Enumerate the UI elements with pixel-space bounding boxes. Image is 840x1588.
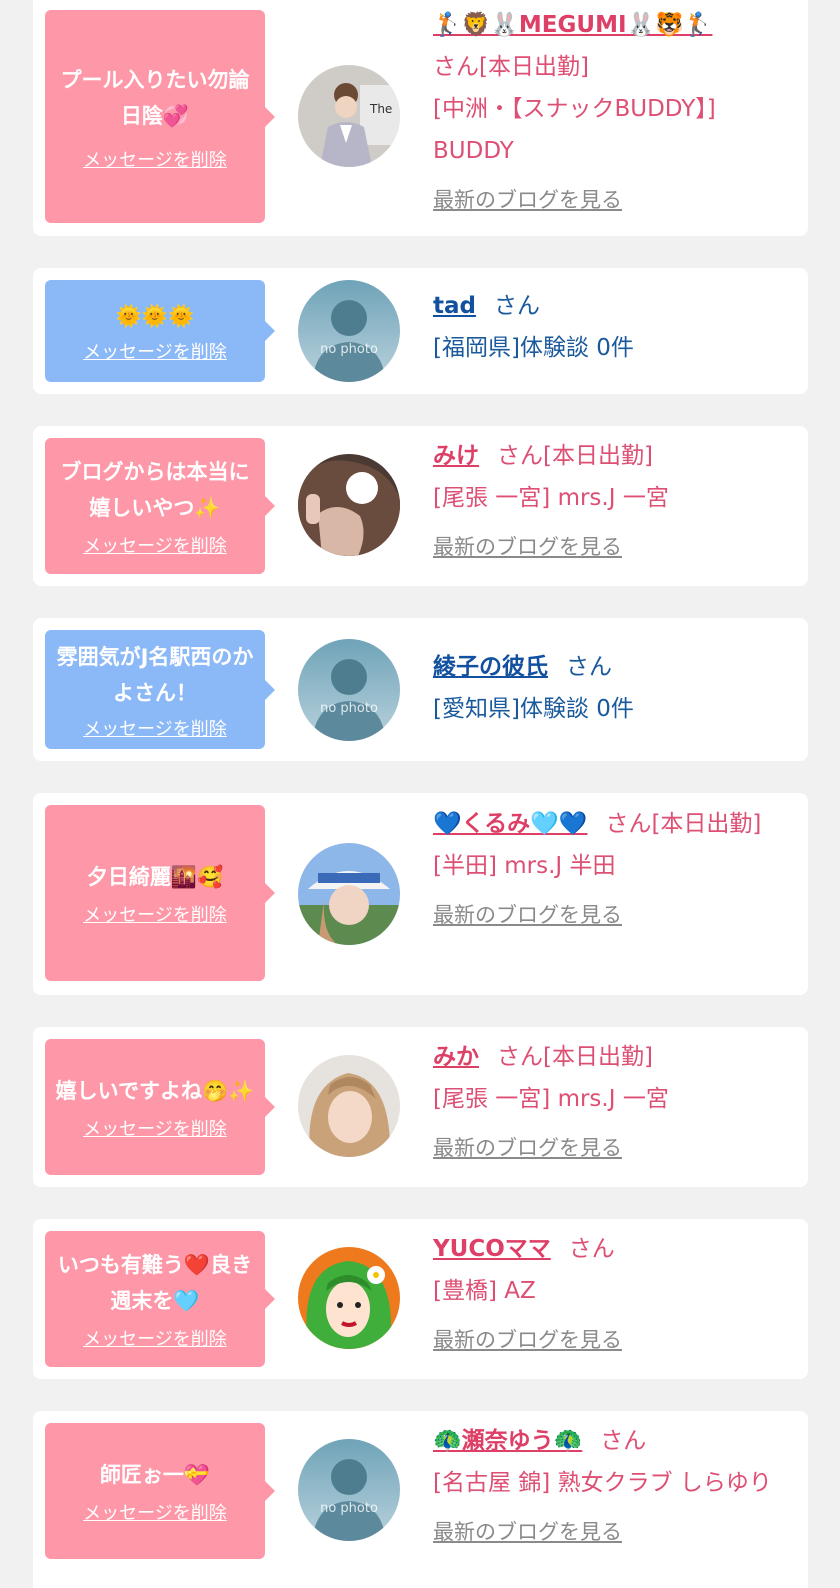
shop-name: [福岡県]体験談 0件 bbox=[433, 335, 634, 361]
delete-message-link[interactable]: メッセージを削除 bbox=[83, 715, 227, 741]
message-card: 雰囲気がJ名駅西のかよさん！ メッセージを削除 no photo 綾子の彼氏 さん… bbox=[33, 618, 808, 761]
sender-info: tad さん [福岡県]体験談 0件 bbox=[433, 285, 794, 369]
latest-blog-link[interactable]: 最新のブログを見る bbox=[433, 1324, 794, 1356]
shop-name: [半田] mrs.J 半田 bbox=[433, 853, 616, 879]
avatar[interactable]: The bbox=[298, 65, 400, 167]
latest-blog-link[interactable]: 最新のブログを見る bbox=[433, 1516, 794, 1548]
sender-info: 🦚瀬奈ゆう🦚 さん [名古屋 錦] 熟女クラブ しらゆり 最新のブログを見る bbox=[433, 1420, 794, 1548]
shop-name: [名古屋 錦] 熟女クラブ しらゆり bbox=[433, 1470, 772, 1496]
sender-info: 🏌️🦁🐰MEGUMI🐰🐯🏌️ さん[本日出勤] [中洲・【スナックBUDDY】]… bbox=[433, 4, 794, 216]
sender-suffix: さん bbox=[568, 1236, 615, 1262]
sender-name-link[interactable]: 🏌️🦁🐰MEGUMI🐰🐯🏌️ bbox=[433, 12, 712, 38]
sender-info: 綾子の彼氏 さん [愛知県]体験談 0件 bbox=[433, 646, 794, 730]
message-card: ブログからは本当に嬉しいやつ✨ メッセージを削除 みけ さん[本日出勤] [尾張 … bbox=[33, 426, 808, 586]
message-card: いつも有難う❤️良き週末を🩵 メッセージを削除 YUCOママ さん [豊橋] AZ… bbox=[33, 1219, 808, 1379]
shop-name: [尾張 一宮] mrs.J 一宮 bbox=[433, 485, 669, 511]
message-text: 🌞🌞🌞 bbox=[115, 304, 195, 328]
shop-name: [尾張 一宮] mrs.J 一宮 bbox=[433, 1086, 669, 1112]
no-photo-icon bbox=[298, 1439, 400, 1541]
sender-name-link[interactable]: みけ bbox=[433, 443, 479, 469]
message-card: 🌞🌞🌞 メッセージを削除 no photo tad さん [福岡県]体験談 0件 bbox=[33, 268, 808, 394]
avatar[interactable] bbox=[298, 1055, 400, 1157]
no-photo-label: no photo bbox=[320, 342, 378, 357]
sender-suffix: さん[本日出勤] bbox=[433, 54, 589, 80]
sender-suffix: さん[本日出勤] bbox=[605, 811, 762, 837]
avatar-photo-icon bbox=[298, 1055, 400, 1157]
sender-name-link[interactable]: tad bbox=[433, 293, 476, 319]
message-bubble: 夕日綺麗🌇🥰 メッセージを削除 bbox=[45, 805, 275, 981]
avatar[interactable]: no photo bbox=[298, 1439, 400, 1541]
delete-message-link[interactable]: メッセージを削除 bbox=[83, 901, 227, 927]
sender-name-link[interactable]: 綾子の彼氏 bbox=[433, 654, 548, 680]
message-card: 嬉しいですよね🤭✨ メッセージを削除 みか さん[本日出勤] [尾張 一宮] mr… bbox=[33, 1027, 808, 1187]
message-text: 嬉しいですよね🤭✨ bbox=[55, 1079, 255, 1103]
message-text: 雰囲気がJ名駅西のかよさん！ bbox=[56, 644, 254, 705]
latest-blog-link[interactable]: 最新のブログを見る bbox=[433, 531, 794, 563]
avatar[interactable] bbox=[298, 1247, 400, 1349]
delete-message-link[interactable]: メッセージを削除 bbox=[83, 146, 227, 172]
message-bubble: 嬉しいですよね🤭✨ メッセージを削除 bbox=[45, 1039, 275, 1175]
latest-blog-link[interactable]: 最新のブログを見る bbox=[433, 899, 794, 931]
delete-message-link[interactable]: メッセージを削除 bbox=[83, 1325, 227, 1351]
message-text: 師匠ぉ一💝 bbox=[99, 1463, 211, 1487]
delete-message-link[interactable]: メッセージを削除 bbox=[83, 1499, 227, 1525]
sender-name-link[interactable]: みか bbox=[433, 1044, 479, 1070]
message-bubble: 🌞🌞🌞 メッセージを削除 bbox=[45, 280, 275, 382]
delete-message-link[interactable]: メッセージを削除 bbox=[83, 532, 227, 558]
sender-info: YUCOママ さん [豊橋] AZ 最新のブログを見る bbox=[433, 1228, 794, 1356]
avatar[interactable] bbox=[298, 454, 400, 556]
avatar-photo-icon bbox=[298, 843, 400, 945]
message-card: 夕日綺麗🌇🥰 メッセージを削除 💙くるみ🩵💙 さん[本日出勤] [半田] mrs.… bbox=[33, 793, 808, 995]
sender-name-link[interactable]: YUCOママ bbox=[433, 1236, 551, 1262]
sender-suffix: さん bbox=[600, 1428, 647, 1454]
sender-info: みか さん[本日出勤] [尾張 一宮] mrs.J 一宮 最新のブログを見る bbox=[433, 1036, 794, 1164]
sender-info: みけ さん[本日出勤] [尾張 一宮] mrs.J 一宮 最新のブログを見る bbox=[433, 435, 794, 563]
no-photo-icon bbox=[298, 639, 400, 741]
sender-name-link[interactable]: 🦚瀬奈ゆう🦚 bbox=[433, 1428, 582, 1454]
sender-name-link[interactable]: 💙くるみ🩵💙 bbox=[433, 811, 587, 837]
message-text: ブログからは本当に嬉しいやつ✨ bbox=[60, 460, 250, 520]
sender-info: 💙くるみ🩵💙 さん[本日出勤] [半田] mrs.J 半田 最新のブログを見る bbox=[433, 803, 794, 931]
sender-suffix: さん[本日出勤] bbox=[497, 1044, 653, 1070]
message-text: いつも有難う❤️良き週末を🩵 bbox=[57, 1253, 253, 1313]
message-bubble: 雰囲気がJ名駅西のかよさん！ メッセージを削除 bbox=[45, 630, 275, 749]
delete-message-link[interactable]: メッセージを削除 bbox=[83, 338, 227, 364]
sender-suffix: さん bbox=[493, 293, 540, 319]
avatar[interactable]: no photo bbox=[298, 280, 400, 382]
shop-name: [豊橋] AZ bbox=[433, 1278, 536, 1304]
no-photo-label: no photo bbox=[320, 1501, 378, 1516]
message-card: プール入りたい勿論日陰💞 メッセージを削除 The 🏌️🦁🐰MEGUMI🐰🐯🏌️… bbox=[33, 0, 808, 236]
message-text: プール入りたい勿論日陰💞 bbox=[60, 67, 250, 128]
latest-blog-link[interactable]: 最新のブログを見る bbox=[433, 1132, 794, 1164]
sender-suffix: さん[本日出勤] bbox=[497, 443, 653, 469]
avatar[interactable] bbox=[298, 843, 400, 945]
sender-suffix: さん bbox=[566, 654, 612, 680]
message-bubble: プール入りたい勿論日陰💞 メッセージを削除 bbox=[45, 10, 275, 223]
no-photo-label: no photo bbox=[320, 701, 378, 716]
avatar-photo-icon: The bbox=[298, 65, 400, 167]
message-bubble: いつも有難う❤️良き週末を🩵 メッセージを削除 bbox=[45, 1231, 275, 1367]
shop-name: [中洲・【スナックBUDDY】] BUDDY bbox=[433, 96, 716, 164]
message-bubble: 師匠ぉ一💝 メッセージを削除 bbox=[45, 1423, 275, 1559]
svg-text:The: The bbox=[369, 102, 392, 116]
shop-name: [愛知県]体験談 0件 bbox=[433, 696, 634, 722]
no-photo-icon bbox=[298, 280, 400, 382]
message-bubble: ブログからは本当に嬉しいやつ✨ メッセージを削除 bbox=[45, 438, 275, 574]
avatar-photo-icon bbox=[298, 454, 400, 556]
avatar-illustration-icon bbox=[298, 1247, 400, 1349]
message-text: 夕日綺麗🌇🥰 bbox=[86, 865, 224, 889]
delete-message-link[interactable]: メッセージを削除 bbox=[83, 1115, 227, 1141]
latest-blog-link[interactable]: 最新のブログを見る bbox=[433, 184, 794, 216]
avatar[interactable]: no photo bbox=[298, 639, 400, 741]
message-card: 師匠ぉ一💝 メッセージを削除 no photo 🦚瀬奈ゆう🦚 さん [名古屋 錦]… bbox=[33, 1411, 808, 1588]
